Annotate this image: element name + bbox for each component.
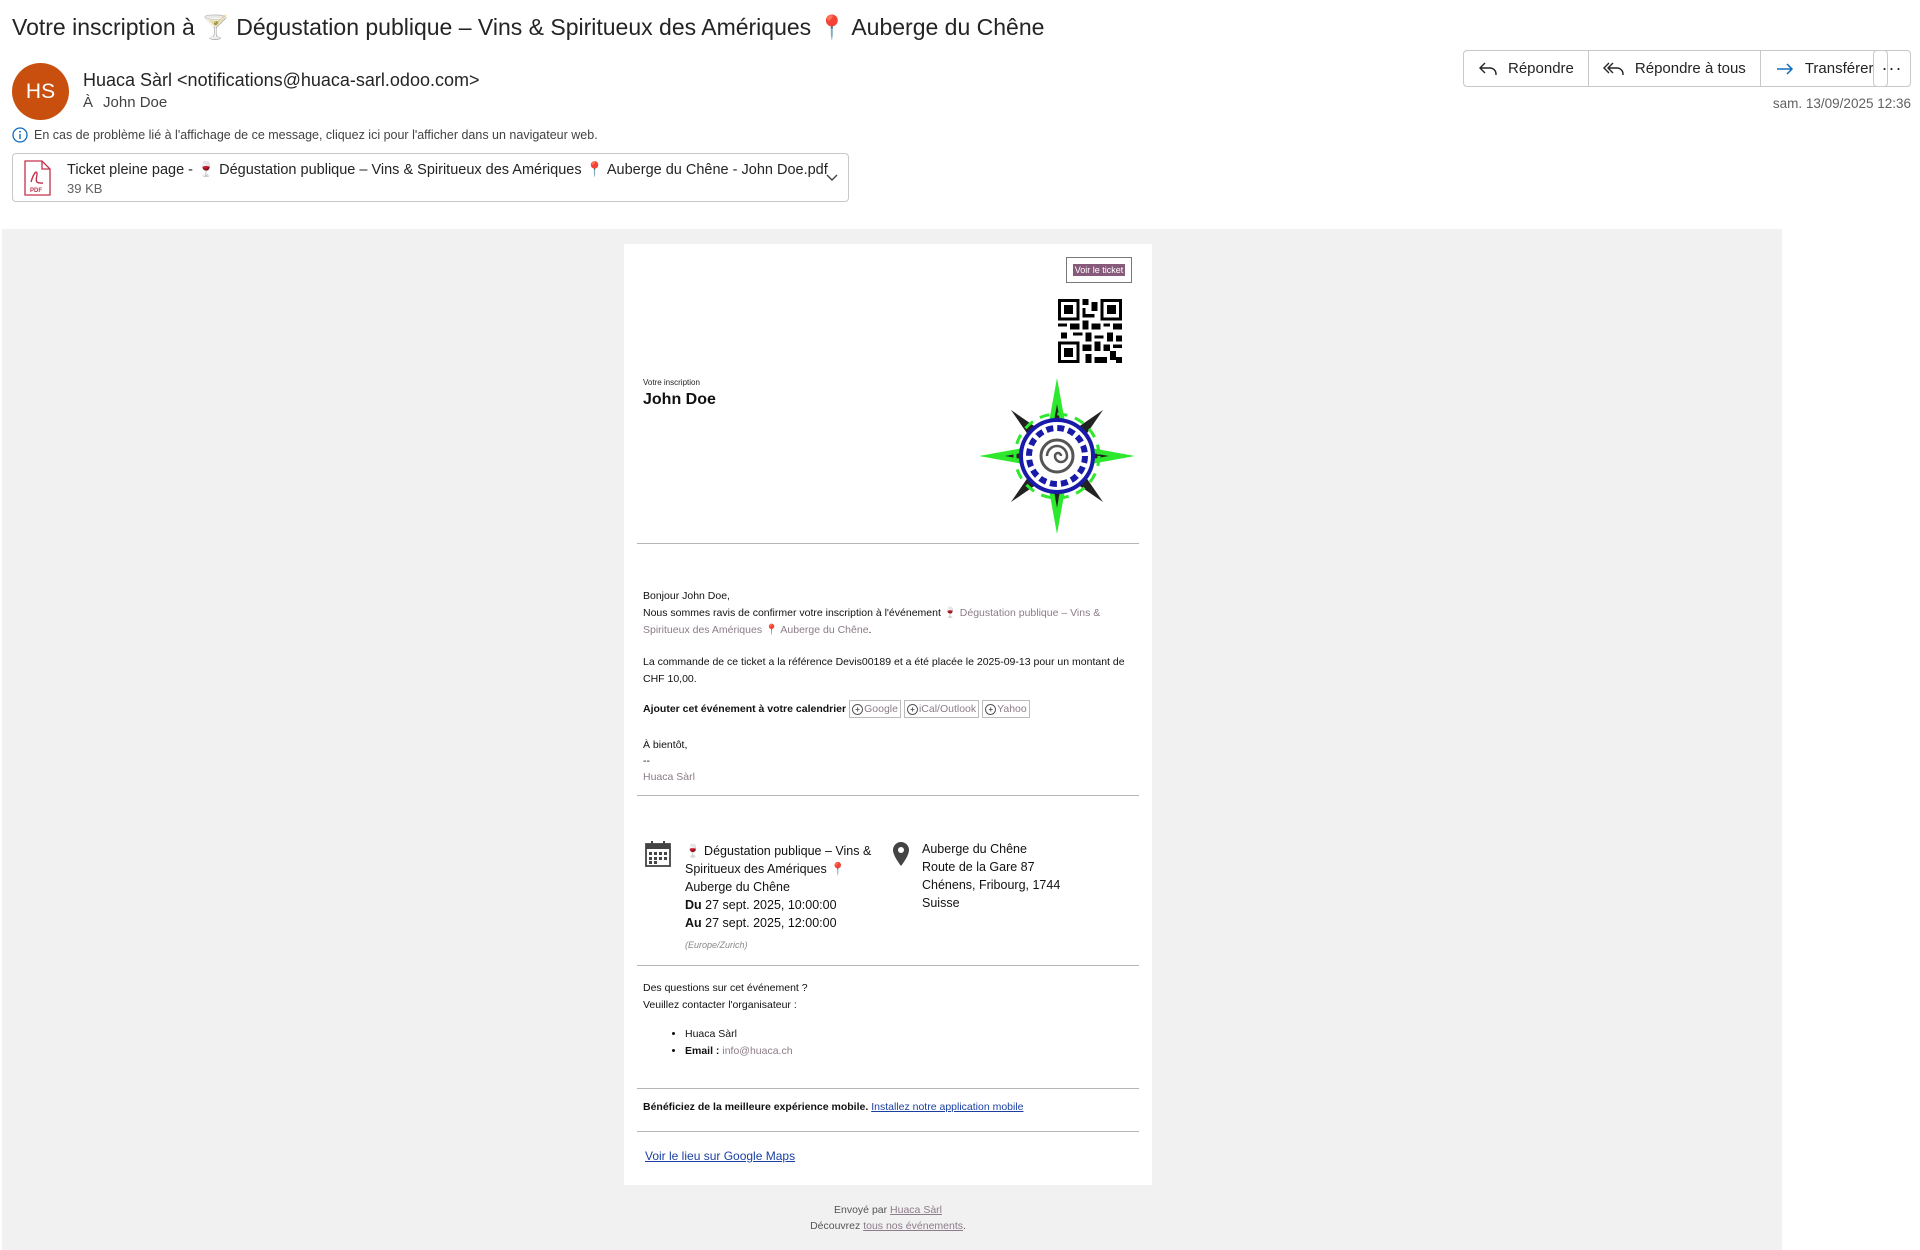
to-label: Au xyxy=(685,916,702,930)
event-end: Au 27 sept. 2025, 12:00:00 xyxy=(685,914,885,932)
google-maps-link[interactable]: Voir le lieu sur Google Maps xyxy=(645,1149,795,1163)
attachment-card[interactable]: PDF Ticket pleine page - 🍷 Dégustation p… xyxy=(12,153,849,202)
more-actions-button[interactable]: ··· xyxy=(1873,50,1911,87)
confirmation-sentence: Nous sommes ravis de confirmer votre ins… xyxy=(643,607,941,619)
address-line: Chénens, Fribourg, 1744 xyxy=(922,878,1061,892)
plus-icon: + xyxy=(906,703,918,715)
event-start: Du 27 sept. 2025, 10:00:00 xyxy=(685,896,885,914)
email-label: Email : xyxy=(685,1045,720,1057)
location-pin-icon xyxy=(893,842,909,866)
contact-label: Veuillez contacter l'organisateur : xyxy=(643,999,797,1011)
to-label: À xyxy=(83,94,94,111)
to-date: 27 sept. 2025, 12:00:00 xyxy=(705,916,837,930)
display-issue-text: En cas de problème lié à l'affichage de … xyxy=(34,128,598,142)
organizer-email-row: Email : info@huaca.ch xyxy=(685,1043,808,1060)
event-timezone: (Europe/Zurich) xyxy=(685,940,748,950)
email-subject: Votre inscription à 🍸 Dégustation publiq… xyxy=(12,14,1045,40)
organizer-name: Huaca Sàrl xyxy=(685,1026,808,1043)
signature-separator: -- xyxy=(643,755,650,767)
divider xyxy=(637,1088,1139,1089)
ical-outlook-button[interactable]: + iCal/Outlook xyxy=(903,700,980,718)
reply-all-button[interactable]: Répondre à tous xyxy=(1588,50,1761,87)
mobile-app-promo: Bénéficiez de la meilleure expérience mo… xyxy=(643,1101,1024,1113)
attendee-name: John Doe xyxy=(643,391,716,408)
registration-label: Votre inscription xyxy=(643,378,700,387)
event-address: Auberge du Chêne Route de la Gare 87 Ché… xyxy=(922,840,1060,912)
view-ticket-label: Voir le ticket xyxy=(1072,264,1126,276)
pdf-icon: PDF xyxy=(24,160,51,196)
calendar-label: Ajouter cet événement à votre calendrier xyxy=(643,703,847,715)
address-line: Suisse xyxy=(922,896,960,910)
forward-icon xyxy=(1776,62,1793,75)
forward-label: Transférer xyxy=(1804,60,1874,77)
sender-address[interactable]: Huaca Sàrl <notifications@huaca-sarl.odo… xyxy=(83,70,479,91)
sent-by-line: Envoyé par Huaca Sàrl xyxy=(624,1202,1152,1218)
reply-label: Répondre xyxy=(1508,60,1574,77)
address-line: Route de la Gare 87 xyxy=(922,860,1035,874)
chevron-down-icon[interactable] xyxy=(824,169,840,185)
all-events-link[interactable]: tous nos événements xyxy=(863,1220,963,1232)
attachment-size: 39 KB xyxy=(67,181,103,196)
google-label: Google xyxy=(864,703,898,715)
reply-button[interactable]: Répondre xyxy=(1463,50,1589,87)
add-to-calendar-row: Ajouter cet événement à votre calendrier… xyxy=(643,700,1030,718)
attachment-name: Ticket pleine page - 🍷 Dégustation publi… xyxy=(67,162,828,178)
email-footer: Envoyé par Huaca Sàrl Découvrez tous nos… xyxy=(624,1202,1152,1234)
divider xyxy=(637,543,1139,544)
plus-icon: + xyxy=(852,703,864,715)
closing: À bientôt, xyxy=(643,739,688,751)
order-text: La commande de ce ticket a la référence … xyxy=(643,656,1125,685)
qr-code-icon xyxy=(1058,299,1122,363)
recipient-name[interactable]: John Doe xyxy=(103,94,167,111)
svg-text:PDF: PDF xyxy=(30,188,42,194)
install-app-link[interactable]: Installez notre application mobile xyxy=(871,1101,1023,1113)
greeting: Bonjour John Doe, xyxy=(643,590,730,602)
calendar-icon xyxy=(645,841,671,867)
questions-text: Des questions sur cet événement ? xyxy=(643,982,808,994)
info-icon xyxy=(12,127,28,143)
yahoo-calendar-button[interactable]: + Yahoo xyxy=(982,700,1030,718)
organizer-contact: Des questions sur cet événement ? Veuill… xyxy=(643,980,808,1060)
event-details: 🍷 Dégustation publique – Vins & Spiritue… xyxy=(685,842,885,954)
plus-icon: + xyxy=(985,703,997,715)
ical-label: iCal/Outlook xyxy=(918,703,977,715)
organizer-logo xyxy=(979,378,1135,534)
reply-icon xyxy=(1479,62,1497,75)
google-calendar-button[interactable]: + Google xyxy=(849,700,901,718)
reply-all-icon xyxy=(1602,62,1624,75)
forward-button[interactable]: Transférer xyxy=(1760,50,1889,87)
divider xyxy=(637,965,1139,966)
divider xyxy=(637,795,1139,796)
event-name: 🍷 Dégustation publique – Vins & Spiritue… xyxy=(685,844,872,894)
discover-label: Découvrez xyxy=(810,1220,861,1232)
sent-date: sam. 13/09/2025 12:36 xyxy=(1772,96,1911,111)
display-issue-banner[interactable]: En cas de problème lié à l'affichage de … xyxy=(12,127,598,143)
reply-all-label: Répondre à tous xyxy=(1634,60,1746,77)
yahoo-label: Yahoo xyxy=(997,703,1027,715)
from-date: 27 sept. 2025, 10:00:00 xyxy=(705,898,837,912)
from-label: Du xyxy=(685,898,702,912)
recipient-line: À John Doe xyxy=(83,94,167,111)
divider xyxy=(637,1131,1139,1132)
mobile-promo-text: Bénéficiez de la meilleure expérience mo… xyxy=(643,1101,869,1113)
sent-by-label: Envoyé par xyxy=(834,1204,888,1216)
organizer-email-link[interactable]: info@huaca.ch xyxy=(722,1045,792,1057)
view-ticket-button[interactable]: Voir le ticket xyxy=(1066,257,1132,283)
sender-avatar[interactable]: HS xyxy=(12,63,69,120)
address-line: Auberge du Chêne xyxy=(922,842,1027,856)
sender-link[interactable]: Huaca Sàrl xyxy=(890,1204,942,1216)
discover-line: Découvrez tous nos événements. xyxy=(810,1220,966,1232)
confirmation-text: Nous sommes ravis de confirmer votre ins… xyxy=(643,607,1101,636)
signature: Huaca Sàrl xyxy=(643,771,695,783)
message-actions: Répondre Répondre à tous Transférer xyxy=(1463,50,1889,87)
